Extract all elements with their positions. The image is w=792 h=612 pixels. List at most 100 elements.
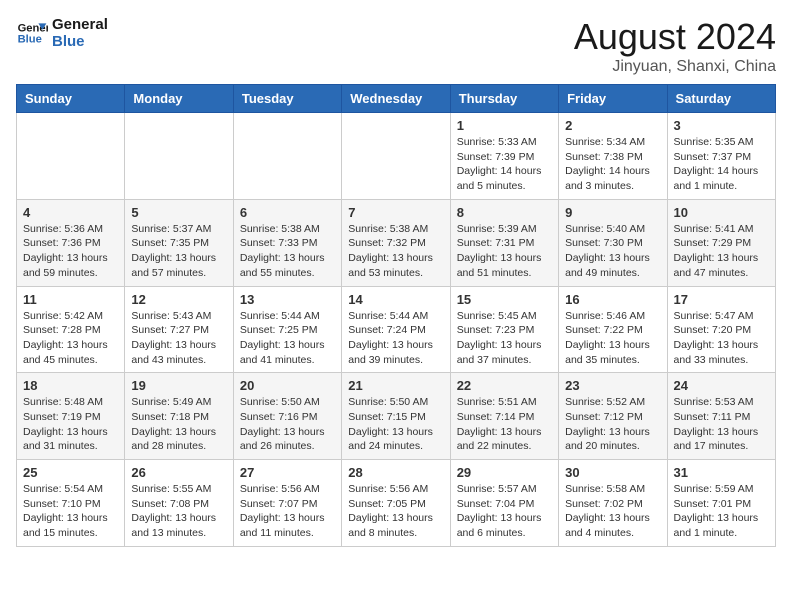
day-info: Sunrise: 5:35 AM Sunset: 7:37 PM Dayligh… (674, 135, 769, 194)
calendar-cell: 2 Sunrise: 5:34 AM Sunset: 7:38 PM Daylig… (559, 113, 667, 200)
day-number: 16 (565, 292, 660, 307)
title-area: August 2024 Jinyuan, Shanxi, China (574, 16, 776, 76)
day-info: Sunrise: 5:36 AM Sunset: 7:36 PM Dayligh… (23, 222, 118, 281)
day-info: Sunrise: 5:53 AM Sunset: 7:11 PM Dayligh… (674, 395, 769, 454)
location-title: Jinyuan, Shanxi, China (574, 58, 776, 76)
calendar-cell: 9 Sunrise: 5:40 AM Sunset: 7:30 PM Daylig… (559, 199, 667, 286)
calendar-cell: 10Sunrise: 5:41 AM Sunset: 7:29 PM Dayli… (667, 199, 775, 286)
day-info: Sunrise: 5:52 AM Sunset: 7:12 PM Dayligh… (565, 395, 660, 454)
calendar-cell: 16 Sunrise: 5:46 AM Sunset: 7:22 PM Dayli… (559, 286, 667, 373)
day-number: 1 (457, 118, 552, 133)
calendar-cell: 1 Sunrise: 5:33 AM Sunset: 7:39 PM Daylig… (450, 113, 558, 200)
calendar-cell (125, 113, 233, 200)
calendar-cell: 25 Sunrise: 5:54 AM Sunset: 7:10 PM Dayli… (17, 460, 125, 547)
logo-line1: General (52, 16, 108, 33)
calendar-week-1: 1 Sunrise: 5:33 AM Sunset: 7:39 PM Daylig… (17, 113, 776, 200)
day-number: 30 (565, 465, 660, 480)
month-title: August 2024 (574, 16, 776, 58)
day-number: 2 (565, 118, 660, 133)
day-info: Sunrise: 5:45 AM Sunset: 7:23 PM Dayligh… (457, 309, 552, 368)
calendar-cell: 21Sunrise: 5:50 AM Sunset: 7:15 PM Dayli… (342, 373, 450, 460)
day-info: Sunrise: 5:42 AM Sunset: 7:28 PM Dayligh… (23, 309, 118, 368)
logo: General Blue General Blue (16, 16, 108, 50)
day-number: 5 (131, 205, 226, 220)
day-info: Sunrise: 5:55 AM Sunset: 7:08 PM Dayligh… (131, 482, 226, 541)
calendar-cell (342, 113, 450, 200)
day-info: Sunrise: 5:49 AM Sunset: 7:18 PM Dayligh… (131, 395, 226, 454)
day-number: 6 (240, 205, 335, 220)
day-info: Sunrise: 5:50 AM Sunset: 7:15 PM Dayligh… (348, 395, 443, 454)
calendar-cell: 12Sunrise: 5:43 AM Sunset: 7:27 PM Dayli… (125, 286, 233, 373)
header: General Blue General Blue August 2024 Ji… (16, 16, 776, 76)
calendar-cell: 11 Sunrise: 5:42 AM Sunset: 7:28 PM Dayli… (17, 286, 125, 373)
calendar-cell: 18 Sunrise: 5:48 AM Sunset: 7:19 PM Dayli… (17, 373, 125, 460)
day-info: Sunrise: 5:39 AM Sunset: 7:31 PM Dayligh… (457, 222, 552, 281)
day-info: Sunrise: 5:54 AM Sunset: 7:10 PM Dayligh… (23, 482, 118, 541)
day-number: 25 (23, 465, 118, 480)
day-number: 28 (348, 465, 443, 480)
calendar-cell: 30Sunrise: 5:58 AM Sunset: 7:02 PM Dayli… (559, 460, 667, 547)
day-info: Sunrise: 5:57 AM Sunset: 7:04 PM Dayligh… (457, 482, 552, 541)
day-number: 3 (674, 118, 769, 133)
day-number: 18 (23, 378, 118, 393)
calendar-cell: 5Sunrise: 5:37 AM Sunset: 7:35 PM Daylig… (125, 199, 233, 286)
calendar-week-3: 11 Sunrise: 5:42 AM Sunset: 7:28 PM Dayli… (17, 286, 776, 373)
day-number: 23 (565, 378, 660, 393)
day-number: 29 (457, 465, 552, 480)
calendar-cell (17, 113, 125, 200)
day-info: Sunrise: 5:59 AM Sunset: 7:01 PM Dayligh… (674, 482, 769, 541)
day-number: 22 (457, 378, 552, 393)
day-info: Sunrise: 5:44 AM Sunset: 7:24 PM Dayligh… (348, 309, 443, 368)
day-info: Sunrise: 5:48 AM Sunset: 7:19 PM Dayligh… (23, 395, 118, 454)
day-info: Sunrise: 5:51 AM Sunset: 7:14 PM Dayligh… (457, 395, 552, 454)
day-number: 14 (348, 292, 443, 307)
calendar-cell (233, 113, 341, 200)
day-number: 9 (565, 205, 660, 220)
day-number: 11 (23, 292, 118, 307)
calendar-cell: 28 Sunrise: 5:56 AM Sunset: 7:05 PM Dayli… (342, 460, 450, 547)
day-info: Sunrise: 5:47 AM Sunset: 7:20 PM Dayligh… (674, 309, 769, 368)
calendar-cell: 29 Sunrise: 5:57 AM Sunset: 7:04 PM Dayli… (450, 460, 558, 547)
day-header-monday: Monday (125, 85, 233, 113)
day-number: 20 (240, 378, 335, 393)
day-info: Sunrise: 5:46 AM Sunset: 7:22 PM Dayligh… (565, 309, 660, 368)
calendar-cell: 13 Sunrise: 5:44 AM Sunset: 7:25 PM Dayli… (233, 286, 341, 373)
calendar-cell: 7 Sunrise: 5:38 AM Sunset: 7:32 PM Daylig… (342, 199, 450, 286)
day-info: Sunrise: 5:34 AM Sunset: 7:38 PM Dayligh… (565, 135, 660, 194)
calendar-cell: 23 Sunrise: 5:52 AM Sunset: 7:12 PM Dayli… (559, 373, 667, 460)
day-header-tuesday: Tuesday (233, 85, 341, 113)
calendar-cell: 3 Sunrise: 5:35 AM Sunset: 7:37 PM Daylig… (667, 113, 775, 200)
day-info: Sunrise: 5:56 AM Sunset: 7:05 PM Dayligh… (348, 482, 443, 541)
day-number: 8 (457, 205, 552, 220)
day-info: Sunrise: 5:44 AM Sunset: 7:25 PM Dayligh… (240, 309, 335, 368)
day-header-friday: Friday (559, 85, 667, 113)
day-info: Sunrise: 5:40 AM Sunset: 7:30 PM Dayligh… (565, 222, 660, 281)
day-number: 10 (674, 205, 769, 220)
logo-icon: General Blue (16, 17, 48, 49)
calendar-cell: 27Sunrise: 5:56 AM Sunset: 7:07 PM Dayli… (233, 460, 341, 547)
calendar-header-row: SundayMondayTuesdayWednesdayThursdayFrid… (17, 85, 776, 113)
day-info: Sunrise: 5:33 AM Sunset: 7:39 PM Dayligh… (457, 135, 552, 194)
calendar-cell: 24Sunrise: 5:53 AM Sunset: 7:11 PM Dayli… (667, 373, 775, 460)
calendar: SundayMondayTuesdayWednesdayThursdayFrid… (16, 84, 776, 547)
day-number: 7 (348, 205, 443, 220)
calendar-cell: 20Sunrise: 5:50 AM Sunset: 7:16 PM Dayli… (233, 373, 341, 460)
day-number: 15 (457, 292, 552, 307)
calendar-cell: 22 Sunrise: 5:51 AM Sunset: 7:14 PM Dayli… (450, 373, 558, 460)
day-info: Sunrise: 5:38 AM Sunset: 7:33 PM Dayligh… (240, 222, 335, 281)
calendar-cell: 14 Sunrise: 5:44 AM Sunset: 7:24 PM Dayli… (342, 286, 450, 373)
calendar-cell: 26Sunrise: 5:55 AM Sunset: 7:08 PM Dayli… (125, 460, 233, 547)
calendar-cell: 15 Sunrise: 5:45 AM Sunset: 7:23 PM Dayli… (450, 286, 558, 373)
day-header-saturday: Saturday (667, 85, 775, 113)
calendar-cell: 31Sunrise: 5:59 AM Sunset: 7:01 PM Dayli… (667, 460, 775, 547)
calendar-cell: 6 Sunrise: 5:38 AM Sunset: 7:33 PM Daylig… (233, 199, 341, 286)
calendar-week-5: 25 Sunrise: 5:54 AM Sunset: 7:10 PM Dayli… (17, 460, 776, 547)
day-info: Sunrise: 5:38 AM Sunset: 7:32 PM Dayligh… (348, 222, 443, 281)
calendar-cell: 8 Sunrise: 5:39 AM Sunset: 7:31 PM Daylig… (450, 199, 558, 286)
day-number: 19 (131, 378, 226, 393)
day-number: 13 (240, 292, 335, 307)
logo-line2: Blue (52, 33, 108, 50)
day-number: 17 (674, 292, 769, 307)
day-header-wednesday: Wednesday (342, 85, 450, 113)
day-header-sunday: Sunday (17, 85, 125, 113)
